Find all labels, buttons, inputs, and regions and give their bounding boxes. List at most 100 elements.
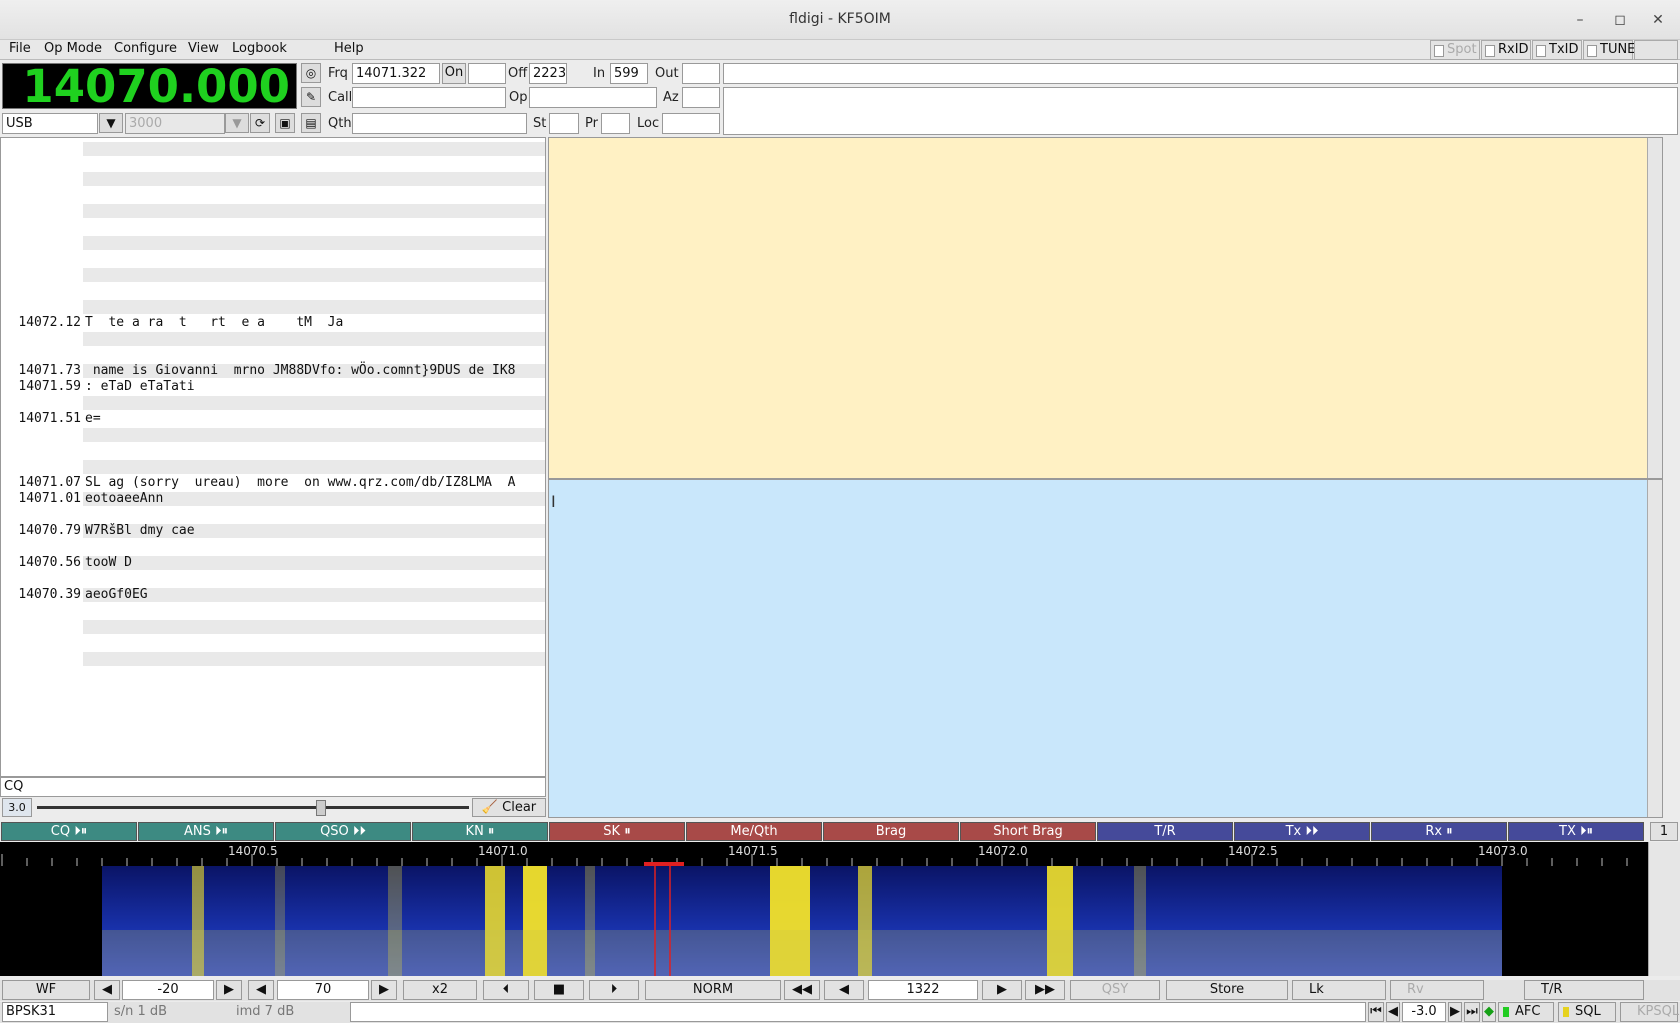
search-input[interactable]: CQ bbox=[0, 777, 546, 797]
signal-row[interactable]: 14071.01 eotoaeeAnn bbox=[1, 491, 545, 507]
signal-browser[interactable]: 14072.12 T te a ra t rt e a tM Ja 14071.7… bbox=[0, 137, 546, 777]
lock-toggle[interactable]: Lk bbox=[1292, 980, 1386, 1000]
squelch-slider-handle[interactable] bbox=[316, 800, 326, 816]
mode-dropdown-icon[interactable]: ▼ bbox=[99, 113, 123, 133]
pause-button[interactable]: ■ bbox=[534, 980, 584, 1000]
macro-button[interactable]: Tx ⏵⏵ bbox=[1234, 822, 1370, 841]
menu-configure[interactable]: Configure bbox=[114, 41, 177, 56]
transmit-text-area[interactable]: I bbox=[548, 479, 1663, 818]
signal-row[interactable]: 14070.39 aeoGf0EG bbox=[1, 587, 545, 603]
mode-status[interactable]: BPSK31 bbox=[2, 1002, 108, 1022]
minimize-button[interactable]: – bbox=[1570, 10, 1590, 30]
ref-decrease-button[interactable]: ◀ bbox=[94, 980, 120, 1000]
rxid-toggle[interactable]: RxID bbox=[1481, 40, 1531, 60]
lookup-icon[interactable]: ◎ bbox=[301, 63, 321, 83]
clear-button[interactable]: 🧹 Clear bbox=[472, 798, 546, 817]
qth-field[interactable] bbox=[352, 113, 527, 134]
on-field[interactable] bbox=[468, 63, 506, 84]
macro-button[interactable]: KN ⏸ bbox=[412, 822, 548, 841]
afc-left-button[interactable]: ◀ bbox=[1386, 1002, 1400, 1022]
menu-view[interactable]: View bbox=[188, 41, 219, 56]
scroll-right-button[interactable]: ⏵ bbox=[589, 980, 639, 1000]
macro-button[interactable]: Me/Qth bbox=[686, 822, 822, 841]
save-icon[interactable]: ▣ bbox=[275, 113, 295, 133]
macro-button[interactable]: T/R bbox=[1097, 822, 1233, 841]
spot-toggle[interactable]: Spot bbox=[1430, 40, 1480, 60]
maximize-button[interactable]: ◻ bbox=[1610, 10, 1630, 30]
signal-row[interactable]: 14070.79 W7RšBl dmy cae bbox=[1, 523, 545, 539]
afc-right-button[interactable]: ▶ bbox=[1448, 1002, 1462, 1022]
menu-spare-button[interactable] bbox=[1634, 40, 1678, 60]
tr-toggle[interactable]: T/R bbox=[1524, 980, 1644, 1000]
menu-logbook[interactable]: Logbook bbox=[232, 41, 287, 56]
op-name-field[interactable] bbox=[529, 87, 657, 108]
txid-toggle[interactable]: TxID bbox=[1532, 40, 1582, 60]
afc-value-field[interactable]: -3.0 bbox=[1402, 1002, 1446, 1022]
signal-row[interactable]: 14071.59: eTaD eTaTati bbox=[1, 379, 545, 395]
rst-in-field[interactable]: 599 bbox=[610, 63, 648, 84]
mode-select[interactable]: USB bbox=[2, 113, 98, 134]
bandwidth-select[interactable]: 3000 bbox=[125, 113, 225, 134]
frequency-display[interactable]: 14070.000 bbox=[2, 63, 297, 110]
frq-field[interactable]: 14071.322 bbox=[352, 63, 440, 84]
range-decrease-button[interactable]: ◀ bbox=[248, 980, 274, 1000]
range-field[interactable]: 70 bbox=[277, 980, 369, 1000]
step-left-button[interactable]: ◀ bbox=[824, 980, 864, 1000]
spot-checkbox[interactable] bbox=[1434, 45, 1444, 57]
state-field[interactable] bbox=[549, 113, 579, 134]
notes-field[interactable] bbox=[723, 63, 1678, 84]
wf-mode-button[interactable]: WF bbox=[2, 980, 90, 1000]
clear-log-icon[interactable]: ✎ bbox=[301, 87, 321, 107]
bandwidth-dropdown-icon[interactable]: ▼ bbox=[225, 113, 249, 133]
step-right-button[interactable]: ▶ bbox=[982, 980, 1022, 1000]
afc-toggle[interactable]: AFC bbox=[1498, 1002, 1554, 1022]
signal-row[interactable]: 14070.56 tooW D bbox=[1, 555, 545, 571]
transmit-scrollbar[interactable] bbox=[1647, 480, 1662, 817]
store-button[interactable]: Store bbox=[1166, 980, 1288, 1000]
macro-button[interactable]: QSO ⏵⏵ bbox=[275, 822, 411, 841]
tune-toggle[interactable]: TUNE bbox=[1583, 40, 1635, 60]
on-button[interactable]: On bbox=[442, 63, 466, 84]
afc-fast-right-button[interactable]: ⏭ bbox=[1464, 1002, 1480, 1022]
speed-button[interactable]: NORM bbox=[645, 980, 781, 1000]
ref-level-field[interactable]: -20 bbox=[122, 980, 214, 1000]
zoom-button[interactable]: x2 bbox=[403, 980, 477, 1000]
menu-file[interactable]: File bbox=[9, 41, 31, 56]
txid-checkbox[interactable] bbox=[1536, 45, 1546, 57]
locator-field[interactable] bbox=[662, 113, 720, 134]
squelch-slider[interactable] bbox=[37, 806, 469, 809]
call-field[interactable] bbox=[352, 87, 506, 108]
macro-button[interactable]: Rx ⏸ bbox=[1371, 822, 1507, 841]
sync-icon[interactable]: ⟳ bbox=[250, 113, 270, 133]
fast-left-button[interactable]: ◀◀ bbox=[784, 980, 820, 1000]
signal-row[interactable]: 14072.12 T te a ra t rt e a tM Ja bbox=[1, 315, 545, 331]
azimuth-field[interactable] bbox=[682, 87, 720, 108]
receive-text-area[interactable] bbox=[548, 137, 1663, 479]
macro-button[interactable]: ANS ⏵⏸ bbox=[138, 822, 274, 841]
qso-notes-area[interactable] bbox=[723, 87, 1678, 135]
menu-help[interactable]: Help bbox=[334, 41, 364, 56]
reverse-toggle[interactable]: Rv bbox=[1390, 980, 1484, 1000]
macro-button[interactable]: SK ⏸ bbox=[549, 822, 685, 841]
scroll-left-button[interactable]: ⏴ bbox=[483, 980, 529, 1000]
range-increase-button[interactable]: ▶ bbox=[371, 980, 397, 1000]
signal-row[interactable]: 14071.07 SL ag (sorry ureau) more on www.… bbox=[1, 475, 545, 491]
waterfall[interactable] bbox=[0, 866, 1648, 976]
signal-row[interactable]: 14071.73 name is Giovanni mrno JM88DVfo:… bbox=[1, 363, 545, 379]
macro-button[interactable]: TX ⏵⏸ bbox=[1508, 822, 1644, 841]
receive-scrollbar[interactable] bbox=[1647, 138, 1662, 478]
save-log-icon[interactable]: ▤ bbox=[301, 113, 321, 133]
sql-toggle[interactable]: SQL bbox=[1558, 1002, 1616, 1022]
menu-op-mode[interactable]: Op Mode bbox=[44, 41, 102, 56]
macro-button[interactable]: Brag bbox=[823, 822, 959, 841]
off-field[interactable]: 2223 bbox=[529, 63, 567, 84]
tune-checkbox[interactable] bbox=[1587, 45, 1597, 57]
kpsql-toggle[interactable]: KPSQL bbox=[1620, 1002, 1679, 1022]
signal-row[interactable]: 14071.51 e= bbox=[1, 411, 545, 427]
fast-right-button[interactable]: ▶▶ bbox=[1025, 980, 1065, 1000]
macro-button[interactable]: Short Brag bbox=[960, 822, 1096, 841]
macro-button[interactable]: CQ ⏵⏸ bbox=[1, 822, 137, 841]
waterfall-scrollbar[interactable] bbox=[1648, 842, 1680, 976]
qsy-button[interactable]: QSY bbox=[1070, 980, 1160, 1000]
rxid-checkbox[interactable] bbox=[1485, 45, 1495, 57]
